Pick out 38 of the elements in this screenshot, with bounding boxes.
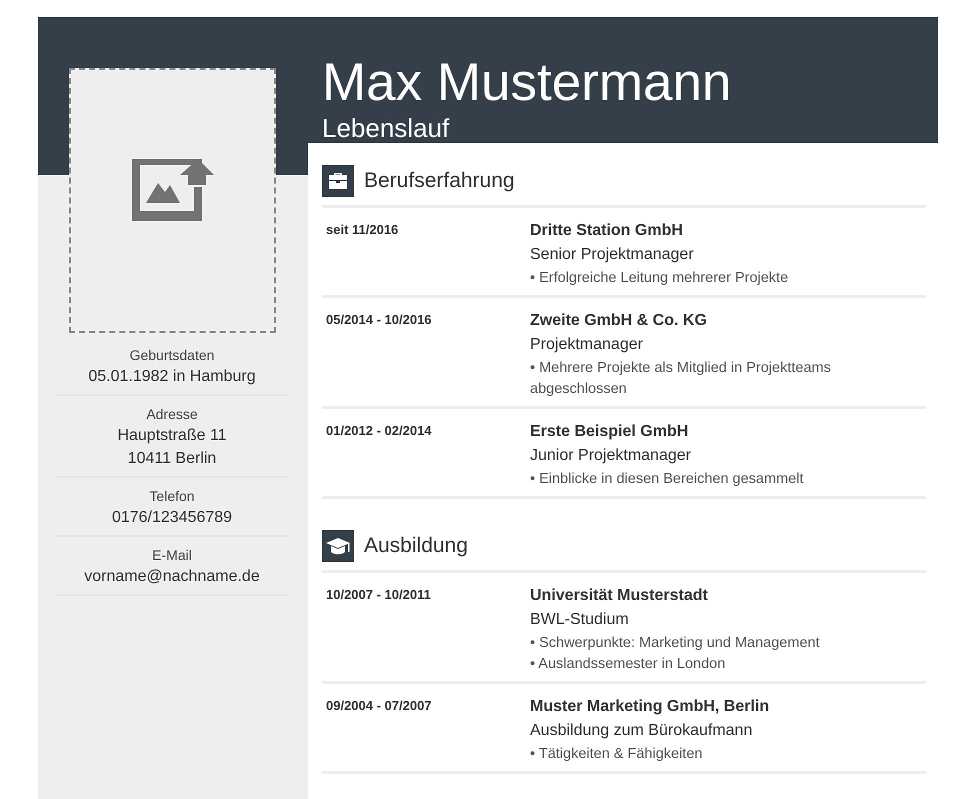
entry-organization: Universität Musterstadt xyxy=(530,586,708,606)
entry-period: 01/2012 - 02/2014 xyxy=(325,422,433,440)
section-heading: Ausbildung xyxy=(364,534,468,558)
detail-value: vorname@nachname.de xyxy=(84,567,260,587)
entry-period: 10/2007 - 10/2011 xyxy=(325,586,432,604)
entry-bullet: • Mehrere Projekte als Mitglied in Projektteams abgeschlossen xyxy=(530,359,832,399)
image-upload-icon xyxy=(132,158,214,220)
photo-placeholder[interactable] xyxy=(69,68,276,333)
detail-label: E-Mail xyxy=(152,546,192,565)
detail-value: 0176/123456789 xyxy=(112,508,232,528)
entry-role: BWL-Studium xyxy=(530,610,629,630)
entry-bullet: • Auslandssemester in London xyxy=(530,655,726,674)
entry-role: Ausbildung zum Bürokaufmann xyxy=(530,721,752,741)
graduation-cap-icon xyxy=(322,530,354,562)
entry-bullet: • Tätigkeiten & Fähigkeiten xyxy=(530,745,702,764)
document-subtitle: Lebenslauf xyxy=(322,113,450,143)
entry-bullet: • Einblicke in diesen Bereichen gesammelt xyxy=(530,470,804,489)
entry-bullet: • Schwerpunkte: Marketing und Management xyxy=(530,634,820,653)
detail-value: 05.01.1982 in Hamburg xyxy=(88,367,256,387)
entry-organization: Zweite GmbH & Co. KG xyxy=(530,311,707,331)
entry-organization: Erste Beispiel GmbH xyxy=(530,422,688,442)
entry-period: seit 11/2016 xyxy=(325,221,400,239)
detail-label: Telefon xyxy=(149,487,195,506)
entry-period: 09/2004 - 07/2007 xyxy=(325,697,433,715)
detail-label: Adresse xyxy=(146,405,198,424)
entry-bullet: • Erfolgreiche Leitung mehrerer Projekte xyxy=(530,269,788,288)
entry-period: 05/2014 - 10/2016 xyxy=(325,311,433,329)
entry-role: Senior Projektmanager xyxy=(530,245,694,265)
detail-label: Geburtsdaten xyxy=(130,346,214,365)
entry-organization: Dritte Station GmbH xyxy=(530,221,683,241)
detail-value: 10411 Berlin xyxy=(128,449,216,469)
detail-value: Hauptstraße 11 xyxy=(117,426,227,446)
entry-organization: Muster Marketing GmbH, Berlin xyxy=(530,697,770,717)
entry-role: Junior Projektmanager xyxy=(530,446,691,466)
briefcase-icon xyxy=(322,165,354,197)
entry-role: Projektmanager xyxy=(530,335,643,355)
person-name: Max Mustermann xyxy=(322,53,732,113)
section-heading: Berufserfahrung xyxy=(364,169,515,193)
